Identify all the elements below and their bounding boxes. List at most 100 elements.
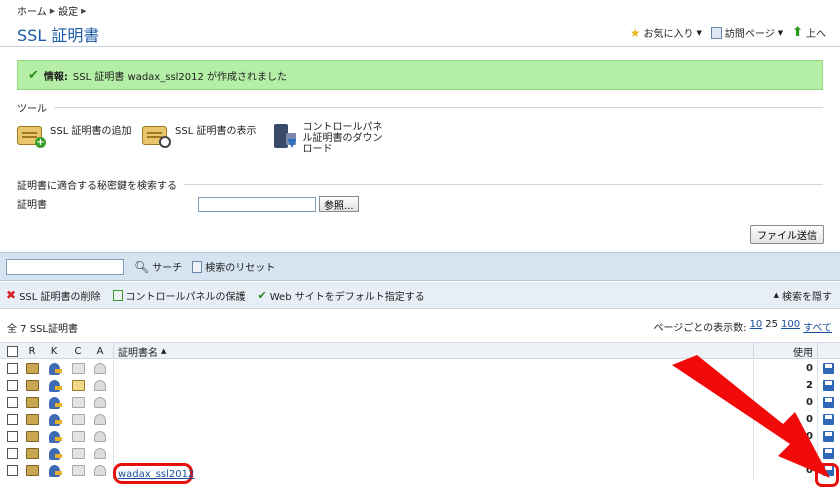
breadcrumb-settings[interactable]: 設定 — [58, 3, 78, 18]
certificate-name-cell — [113, 360, 753, 377]
message-text: SSL 証明書 wadax_ssl2012 が作成されました — [72, 71, 288, 83]
ca-icon — [92, 428, 108, 445]
keysearch-heading: 証明書に適合する秘密鍵を検索する — [17, 181, 177, 192]
delete-certificate-label: SSL 証明書の削除 — [19, 291, 101, 303]
per-page-25: 25 — [765, 319, 778, 330]
favorites-label: お気に入り — [643, 29, 694, 40]
row-checkbox[interactable] — [4, 445, 20, 462]
chevron-right-icon: ▶ — [81, 6, 87, 15]
browse-button[interactable]: 参照... — [319, 196, 359, 212]
usage-count: 0 — [806, 448, 813, 459]
per-page-100[interactable]: 100 — [781, 319, 800, 334]
protect-panel-label: コントロールパネルの保護 — [125, 291, 246, 303]
caret-up-icon: ▲ — [773, 291, 779, 299]
ca-icon — [92, 462, 108, 479]
ca-icon — [92, 377, 108, 394]
per-page-selector: ページごとの表示数: 10 25 100 すべて — [653, 319, 832, 334]
per-page-all[interactable]: すべて — [803, 319, 832, 334]
reset-search-label: 検索のリセット — [205, 263, 276, 274]
certificate-icon — [24, 394, 40, 411]
usage-count: 0 — [806, 414, 813, 425]
certificate-icon — [24, 360, 40, 377]
usage-count: 0 — [806, 363, 813, 374]
col-download — [817, 343, 840, 359]
table-row: 0 — [0, 360, 840, 377]
search-button[interactable]: 🔍︎ サーチ — [134, 259, 183, 275]
usage-cell: 0 — [753, 462, 817, 479]
chevron-down-icon: ▼ — [696, 28, 702, 37]
row-checkbox[interactable] — [4, 377, 20, 394]
up-arrow-icon: ⬆ — [792, 25, 803, 40]
download-panel-cert-tool[interactable]: コントロールパネル証明書のダウンロード — [270, 122, 385, 155]
search-input[interactable] — [6, 258, 124, 275]
star-icon: ★ — [629, 25, 641, 40]
pages-icon — [710, 26, 722, 39]
col-name-label: 証明書名 — [118, 347, 158, 359]
certificate-file-input[interactable] — [198, 197, 316, 212]
col-name[interactable]: 証明書名 ▲ — [113, 343, 753, 359]
view-certificate-tool[interactable]: SSL 証明書の表示 — [142, 122, 270, 155]
col-c: C — [74, 345, 82, 357]
row-checkbox[interactable] — [4, 411, 20, 428]
delete-icon: ✖ — [6, 288, 17, 302]
download-cell[interactable] — [817, 394, 840, 411]
delete-certificate-button[interactable]: ✖ SSL 証明書の削除 — [6, 288, 101, 303]
set-default-site-button[interactable]: ✔ Web サイトをデフォルト指定する — [258, 288, 425, 303]
usage-cell: 0 — [753, 445, 817, 462]
row-checkbox[interactable] — [4, 360, 20, 377]
keysearch-section-title: 証明書に適合する秘密鍵を検索する — [17, 177, 823, 192]
select-all-checkbox[interactable] — [4, 343, 20, 359]
header-actions: ★ お気に入り ▼ 訪問ページ ▼ ⬆ 上へ — [630, 25, 826, 40]
download-cell[interactable] — [817, 360, 840, 377]
usage-count: 0 — [806, 431, 813, 442]
save-icon — [823, 414, 834, 425]
key-user-icon — [46, 445, 62, 462]
save-icon — [823, 397, 834, 408]
certificate-name-link[interactable]: wadax_ssl2012 — [118, 469, 194, 480]
row-checkbox[interactable] — [4, 394, 20, 411]
protect-panel-button[interactable]: コントロールパネルの保護 — [112, 288, 246, 303]
add-certificate-label: SSL 証明書の追加 — [50, 126, 132, 137]
success-message: ✔ 情報: SSL 証明書 wadax_ssl2012 が作成されました — [17, 60, 823, 90]
list-info: 全 7 SSL証明書 ページごとの表示数: 10 25 100 すべて — [0, 310, 840, 342]
col-k: K — [50, 345, 58, 357]
reset-icon — [192, 260, 203, 273]
search-label: サーチ — [152, 263, 183, 274]
highlight-oval-download — [815, 463, 839, 487]
col-r: R — [28, 345, 36, 357]
hide-search-button[interactable]: ▲ 検索を隠す — [774, 288, 832, 303]
up-label: 上へ — [806, 29, 826, 40]
total-count: 全 7 SSL証明書 — [7, 324, 78, 335]
usage-count: 0 — [806, 465, 813, 476]
save-icon — [823, 380, 834, 391]
search-icon: 🔍︎ — [134, 259, 150, 274]
table-header: R K C A 証明書名 ▲ 使用 — [0, 343, 840, 359]
submit-file-button[interactable]: ファイル送信 — [750, 225, 824, 244]
action-bar: ✖ SSL 証明書の削除 コントロールパネルの保護 ✔ Web サイトをデフォル… — [0, 282, 840, 309]
ca-icon — [92, 394, 108, 411]
chevron-down-icon: ▼ — [777, 28, 784, 37]
key-user-icon — [46, 377, 62, 394]
row-checkbox[interactable] — [4, 428, 20, 445]
usage-count: 0 — [806, 397, 813, 408]
favorites-menu[interactable]: ★ お気に入り ▼ — [629, 25, 702, 41]
usage-cell: 0 — [753, 428, 817, 445]
key-user-icon — [46, 428, 62, 445]
add-certificate-tool[interactable]: + SSL 証明書の追加 — [17, 122, 142, 155]
main-content: ✔ 情報: SSL 証明書 wadax_ssl2012 が作成されました ツール… — [0, 48, 840, 252]
up-button[interactable]: ⬆ 上へ — [792, 25, 826, 40]
reset-search-button[interactable]: 検索のリセット — [192, 259, 275, 274]
certificate-name-cell — [113, 462, 753, 479]
download-cell[interactable] — [817, 377, 840, 394]
visited-pages-menu[interactable]: 訪問ページ ▼ — [710, 25, 784, 40]
table-row: 0 — [0, 445, 840, 462]
breadcrumb-home[interactable]: ホーム — [17, 3, 47, 18]
row-checkbox[interactable] — [4, 462, 20, 479]
tools-heading: ツール — [17, 104, 47, 115]
server-download-icon — [270, 122, 298, 148]
download-cell[interactable] — [817, 445, 840, 462]
per-page-10[interactable]: 10 — [750, 319, 763, 334]
csr-icon — [70, 428, 86, 445]
download-cell[interactable] — [817, 411, 840, 428]
download-cell[interactable] — [817, 428, 840, 445]
